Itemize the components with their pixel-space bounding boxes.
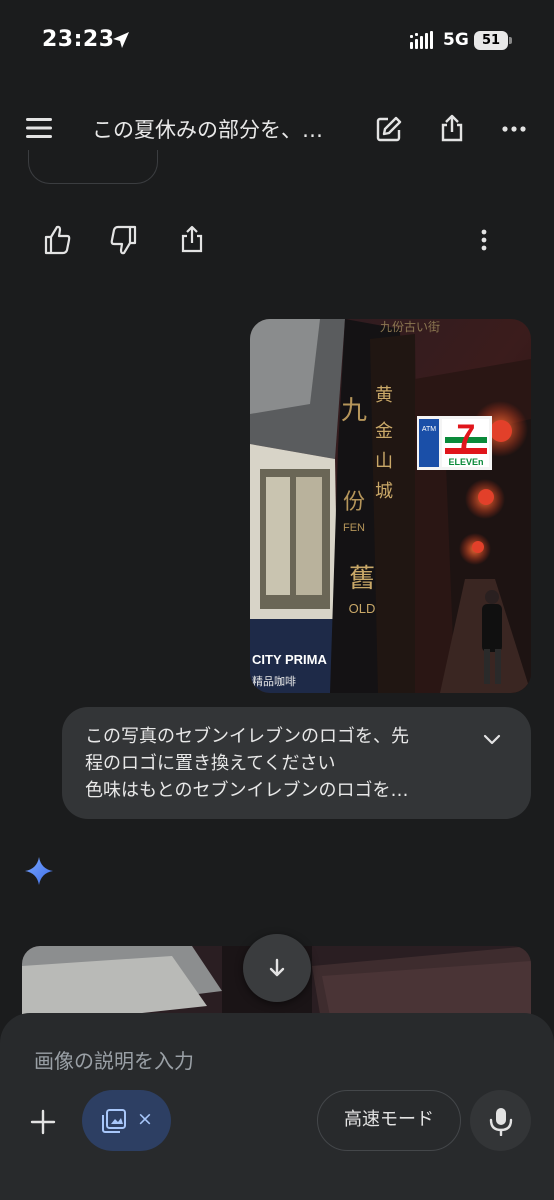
- arrow-down-icon: [269, 958, 285, 977]
- network-label: 5G: [443, 30, 469, 50]
- previous-bubble-edge: [28, 150, 158, 184]
- edit-icon[interactable]: [375, 115, 403, 143]
- gemini-spark-icon: [25, 857, 53, 885]
- pillar-char-2: 金: [375, 421, 393, 442]
- thumbs-up-icon[interactable]: [40, 222, 74, 258]
- top-sign: 九份古い街: [380, 319, 440, 334]
- chat-title[interactable]: この夏休みの部分を、…: [92, 114, 323, 144]
- status-time: 23:23: [42, 27, 115, 52]
- attached-image-chip[interactable]: ×: [82, 1090, 171, 1151]
- seven-digit: 7: [457, 418, 476, 456]
- pillar-char-3: 山: [375, 451, 393, 472]
- thumbs-down-icon[interactable]: [107, 222, 141, 258]
- pillar-char-4: 城: [375, 481, 393, 502]
- status-bar: 23:23 5G 51: [0, 0, 554, 84]
- pillar-left-char-2: 份: [343, 490, 365, 515]
- fen-label: FEN: [343, 522, 365, 534]
- add-icon[interactable]: [26, 1105, 60, 1139]
- user-prompt-bubble[interactable]: この写真のセブンイレブンのロゴを、先 程のロゴに置き換えてください 色味はもとの…: [62, 707, 531, 819]
- remove-attachment-button[interactable]: ×: [137, 1108, 155, 1132]
- prompt-input[interactable]: 画像の説明を入力: [34, 1045, 194, 1074]
- pillar-left-char-1: 九: [341, 396, 367, 426]
- share-icon[interactable]: [438, 113, 466, 143]
- old-char: 舊: [349, 564, 375, 594]
- mode-selector-button[interactable]: 高速モード: [317, 1090, 461, 1151]
- jiufen-street-photo: 7 ELEVEn ATM 黄 金 山 城 九 份 FEN 舊 OLD 九份古い街…: [250, 319, 531, 693]
- microphone-icon: [489, 1108, 513, 1136]
- user-prompt-text: この写真のセブンイレブンのロゴを、先 程のロゴに置き換えてください 色味はもとの…: [85, 726, 409, 801]
- user-photo[interactable]: 7 ELEVEn ATM 黄 金 山 城 九 份 FEN 舊 OLD 九份古い街…: [250, 319, 531, 693]
- image-library-icon: [102, 1109, 126, 1133]
- pillar-char-1: 黄: [375, 385, 393, 406]
- more-vert-icon[interactable]: [467, 222, 501, 258]
- more-horiz-icon[interactable]: [500, 117, 528, 141]
- share-response-icon[interactable]: [175, 222, 209, 258]
- composer: 画像の説明を入力 × 高速モード: [0, 1013, 554, 1200]
- shop-sub: 精品咖啡: [252, 674, 296, 688]
- menu-icon[interactable]: [24, 115, 54, 141]
- signal-bars-icon: [410, 31, 433, 49]
- battery-tip: [509, 37, 512, 44]
- old-label: OLD: [349, 601, 376, 616]
- response-actions: [0, 222, 554, 262]
- app-screen: 23:23 5G 51 この夏休みの部分を、… 7 ELEVEn ATM 黄 金…: [0, 0, 554, 1200]
- location-arrow-icon: [113, 32, 129, 48]
- atm-text: ATM: [422, 426, 436, 433]
- shop-sign: CITY PRIMA: [252, 652, 327, 667]
- mic-button[interactable]: [470, 1090, 531, 1151]
- battery-icon: 51: [474, 31, 508, 50]
- chevron-down-icon[interactable]: [480, 727, 504, 751]
- scroll-down-button[interactable]: [243, 934, 311, 1002]
- eleven-text: ELEVEn: [448, 457, 483, 467]
